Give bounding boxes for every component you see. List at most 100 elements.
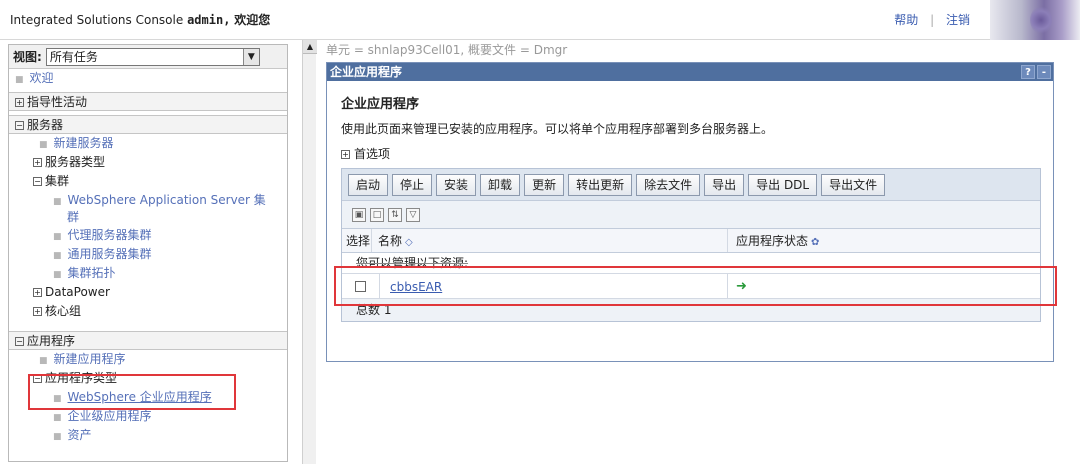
export-button[interactable]: 导出 [704, 173, 745, 196]
enterprise-apps-panel: 企业应用程序 ? - 企业应用程序 使用此页面来管理已安装的应用程序。可以将单个… [326, 62, 1054, 362]
expand-icon[interactable]: + [33, 288, 42, 297]
link-separator: | [930, 13, 935, 27]
app-link-cbbsear[interactable]: cbbsEAR [390, 280, 442, 294]
nav-item-was-cluster-wrap[interactable]: 群 [9, 210, 287, 226]
nav-section-servers[interactable]: − 服务器 [9, 115, 287, 134]
nav-item-cluster-topology[interactable]: ■ 集群拓扑 [9, 264, 287, 283]
nav-item-assets[interactable]: ■ 资产 [9, 426, 287, 445]
collapse-icon[interactable]: − [15, 121, 24, 130]
header-links: 帮助 | 注销 [894, 11, 970, 28]
export-ddl-button[interactable]: 导出 DDL [748, 173, 818, 196]
remove-file-button[interactable]: 除去文件 [636, 173, 701, 196]
breadcrumb: 单元 = shnlap93Cell01, 概要文件 = Dmgr [326, 43, 568, 57]
bullet-icon: ■ [53, 197, 62, 207]
expand-icon[interactable]: + [15, 98, 24, 107]
nav-proxy-cluster-label: 代理服务器集群 [67, 228, 152, 242]
bullet-icon: ■ [53, 432, 62, 442]
nav-servers-label: 服务器 [27, 118, 64, 132]
bullet-icon: ■ [15, 75, 24, 85]
bullet-icon: ■ [53, 394, 62, 404]
nav-generic-cluster-label: 通用服务器集群 [67, 247, 152, 261]
collapse-icon[interactable]: − [33, 177, 42, 186]
start-button[interactable]: 启动 [348, 173, 389, 196]
panel-title: 企业应用程序 [330, 65, 403, 79]
nav-item-server-types[interactable]: + 服务器类型 [9, 153, 287, 172]
manage-resources-text: 您可以管理以下资源: [356, 256, 469, 270]
nav-item-clusters[interactable]: − 集群 [9, 172, 287, 191]
page-description: 使用此页面来管理已安装的应用程序。可以将单个应用程序部署到多台服务器上。 [341, 122, 774, 136]
panel-body: 企业应用程序 使用此页面来管理已安装的应用程序。可以将单个应用程序部署到多台服务… [327, 81, 1053, 332]
nav-item-business-apps[interactable]: ■ 企业级应用程序 [9, 407, 287, 426]
export-file-button[interactable]: 导出文件 [821, 173, 886, 196]
filter-icon[interactable]: ▽ [406, 207, 420, 222]
nav-welcome-label: 欢迎 [29, 71, 54, 85]
nav-websphere-ent-apps-label: WebSphere 企业应用程序 [67, 390, 212, 404]
expand-icon[interactable]: + [341, 150, 350, 159]
nav-new-app-label: 新建应用程序 [53, 352, 126, 366]
uninstall-button[interactable]: 卸载 [480, 173, 521, 196]
col-status[interactable]: 应用程序状态 ✿ [728, 229, 1040, 252]
chevron-down-icon[interactable]: ▼ [242, 48, 259, 65]
expand-icon[interactable]: + [33, 307, 42, 316]
nav-clusters-label: 集群 [45, 174, 70, 188]
row-checkbox[interactable] [355, 280, 366, 292]
bullet-icon: ■ [53, 413, 62, 423]
nav-item-new-application[interactable]: ■ 新建应用程序 [9, 350, 287, 369]
view-row: 视图: 所有任务 ▼ [9, 45, 287, 69]
nav-item-websphere-ent-apps[interactable]: ■ WebSphere 企业应用程序 [9, 388, 287, 407]
nav-item-proxy-cluster[interactable]: ■ 代理服务器集群 [9, 226, 287, 245]
nav-section-guided[interactable]: + 指导性活动 [9, 92, 287, 111]
started-status-icon: ➜ [736, 279, 747, 294]
logout-link[interactable]: 注销 [946, 13, 970, 27]
stop-button[interactable]: 停止 [392, 173, 433, 196]
nav-item-app-types[interactable]: − 应用程序类型 [9, 369, 287, 388]
sort-icon[interactable]: ◇ [405, 237, 413, 248]
table-header: 选择 名称 ◇ 应用程序状态 ✿ [342, 229, 1040, 253]
nav-server-types-label: 服务器类型 [45, 155, 106, 169]
install-button[interactable]: 安装 [436, 173, 477, 196]
view-label: 视图: [13, 50, 42, 64]
table-total: 总数 1 [342, 299, 1040, 321]
collapse-icon[interactable]: − [33, 374, 42, 383]
minimize-icon[interactable]: - [1037, 65, 1051, 79]
nav-business-apps-label: 企业级应用程序 [67, 409, 152, 423]
welcome-text: 欢迎您 [234, 13, 271, 27]
nav-cluster-topology-label: 集群拓扑 [67, 266, 116, 280]
select-all-icon[interactable]: ▣ [352, 207, 366, 222]
preferences-label: 首选项 [354, 147, 391, 161]
manage-resources-row: 您可以管理以下资源: [342, 253, 1040, 273]
nav-applications-label: 应用程序 [27, 334, 76, 348]
help-icon[interactable]: ? [1021, 65, 1035, 79]
nav-core-group-label: 核心组 [45, 304, 82, 318]
nav-item-welcome[interactable]: ■ 欢迎 [9, 69, 287, 88]
nav-app-types-label: 应用程序类型 [45, 371, 118, 385]
bullet-icon: ■ [39, 140, 48, 150]
nav-datapower-label: DataPower [45, 285, 110, 299]
update-button[interactable]: 更新 [524, 173, 565, 196]
nav-section-applications[interactable]: − 应用程序 [9, 331, 287, 350]
nav-item-core-group[interactable]: + 核心组 [9, 302, 287, 321]
nav-item-generic-cluster[interactable]: ■ 通用服务器集群 [9, 245, 287, 264]
bullet-icon: ■ [53, 270, 62, 280]
deselect-all-icon[interactable]: □ [370, 207, 384, 222]
panel-header: 企业应用程序 ? - [327, 63, 1053, 81]
col-name[interactable]: 名称 ◇ [372, 229, 728, 252]
preferences-toggle[interactable]: + 首选项 [341, 145, 1039, 162]
view-select[interactable]: 所有任务 ▼ [45, 47, 260, 66]
nav-scrollbar[interactable]: ▲ [302, 40, 317, 464]
show-filter-icon[interactable]: ⇅ [388, 207, 402, 222]
nav-item-new-server[interactable]: ■ 新建服务器 [9, 134, 287, 153]
help-link[interactable]: 帮助 [894, 13, 918, 27]
expand-icon[interactable]: + [33, 158, 42, 167]
table-row: cbbsEAR ➜ [342, 273, 1040, 299]
bullet-icon: ■ [39, 356, 48, 366]
nav-item-datapower[interactable]: + DataPower [9, 283, 287, 302]
rollout-update-button[interactable]: 转出更新 [568, 173, 633, 196]
user-name: admin, [187, 13, 231, 27]
nav-item-was-cluster[interactable]: ■ WebSphere Application Server 集 [9, 191, 287, 210]
sort-icon[interactable]: ✿ [811, 237, 819, 248]
scroll-up-icon[interactable]: ▲ [303, 40, 317, 54]
collapse-icon[interactable]: − [15, 337, 24, 346]
navigation-tree: 视图: 所有任务 ▼ ■ 欢迎 + 指导性活动 − 服务器 ■ 新建服务器 + 服务器类型… [8, 44, 288, 462]
page-title: 企业应用程序 [341, 97, 420, 112]
